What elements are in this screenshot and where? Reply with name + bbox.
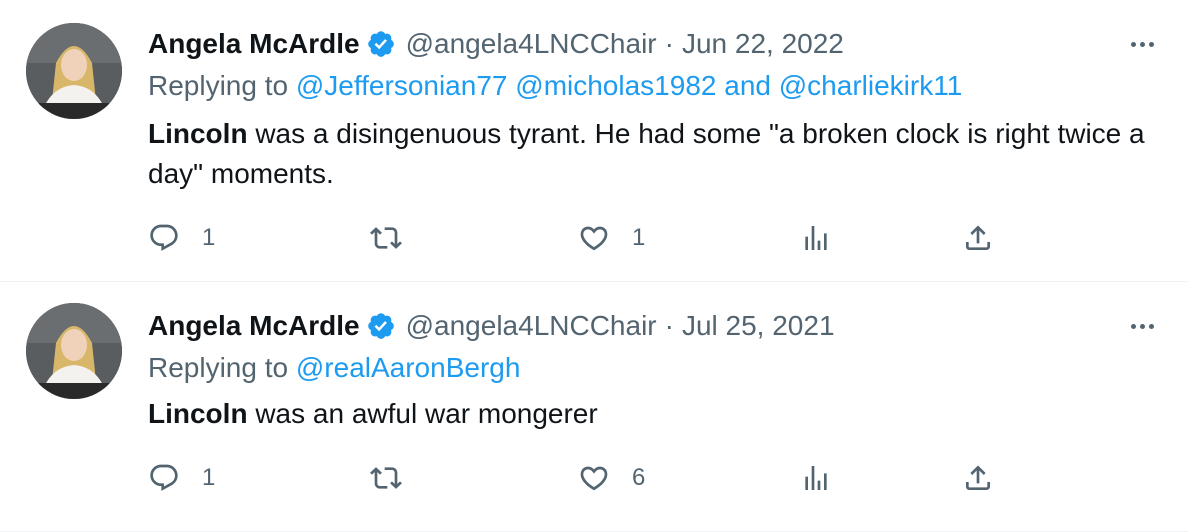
retweet-icon [370,227,402,249]
retweet-icon [370,467,402,489]
tweet-date[interactable]: Jun 22, 2022 [682,28,844,60]
tweet-text: Lincoln was a disingenuous tyrant. He ha… [148,114,1148,194]
verified-badge-icon [367,31,394,57]
author-handle[interactable]: @angela4LNCChair [406,310,657,342]
mention-link[interactable]: @charliekirk11 [779,70,963,101]
author-handle[interactable]: @angela4LNCChair [406,28,657,60]
verified-badge-icon [367,313,394,339]
like-button[interactable]: 1 [578,218,645,258]
tweet-text-rest: was an awful war mongerer [247,398,598,429]
tweet-text-bold: Lincoln [148,118,248,149]
tweet-card[interactable]: Angela McArdle @angela4LNCChair · Jul 25… [0,282,1188,532]
tweet-header: Angela McArdle @angela4LNCChair · Jul 25… [148,308,835,344]
mention-link[interactable]: @realAaronBergh [296,352,521,383]
retweet-button[interactable] [370,458,402,498]
replying-to-line: Replying to @realAaronBergh [148,352,520,384]
reply-button[interactable]: 1 [148,218,215,258]
reply-bubble-icon [150,224,178,251]
tweet-text-rest: was a disingenuous tyrant. He had some "… [148,118,1145,189]
action-bar: 1 1 [148,218,1008,258]
reply-count: 1 [202,464,216,491]
tweet-text: Lincoln was an awful war mongerer [148,394,1148,434]
tweet-text-bold: Lincoln [148,398,248,429]
share-upload-icon [966,225,990,250]
separator-dot: · [664,310,674,341]
mention-conjunction[interactable]: and [724,70,771,101]
like-count: 1 [632,224,646,251]
replying-to-label: Replying to [148,352,289,383]
tweet-card[interactable]: Angela McArdle @angela4LNCChair · Jun 22… [0,0,1188,282]
reply-button[interactable]: 1 [148,458,215,498]
mention-link[interactable]: @micholas1982 [515,70,716,101]
like-count: 6 [632,464,646,491]
share-button[interactable] [962,218,994,258]
reply-bubble-icon [150,464,178,491]
tweet-header: Angela McArdle @angela4LNCChair · Jun 22… [148,26,844,62]
replying-to-label: Replying to [148,70,289,101]
views-button[interactable] [800,458,832,498]
separator-dot: · [664,28,674,59]
more-dots-icon[interactable] [1124,26,1160,62]
views-bar-icon [805,226,827,250]
tweet-date[interactable]: Jul 25, 2021 [682,310,835,342]
like-button[interactable]: 6 [578,458,645,498]
avatar[interactable] [26,23,122,119]
avatar[interactable] [26,303,122,399]
views-button[interactable] [800,218,832,258]
action-bar: 1 6 [148,458,1008,498]
share-button[interactable] [962,458,994,498]
author-name[interactable]: Angela McArdle [148,28,360,60]
more-dots-icon[interactable] [1124,308,1160,344]
heart-icon [580,226,608,251]
replying-to-line: Replying to @Jeffersonian77 @micholas198… [148,70,962,102]
mention-link[interactable]: @Jeffersonian77 [296,70,508,101]
author-name[interactable]: Angela McArdle [148,310,360,342]
retweet-button[interactable] [370,218,402,258]
views-bar-icon [805,466,827,490]
heart-icon [580,466,608,491]
reply-count: 1 [202,224,216,251]
share-upload-icon [966,465,990,490]
